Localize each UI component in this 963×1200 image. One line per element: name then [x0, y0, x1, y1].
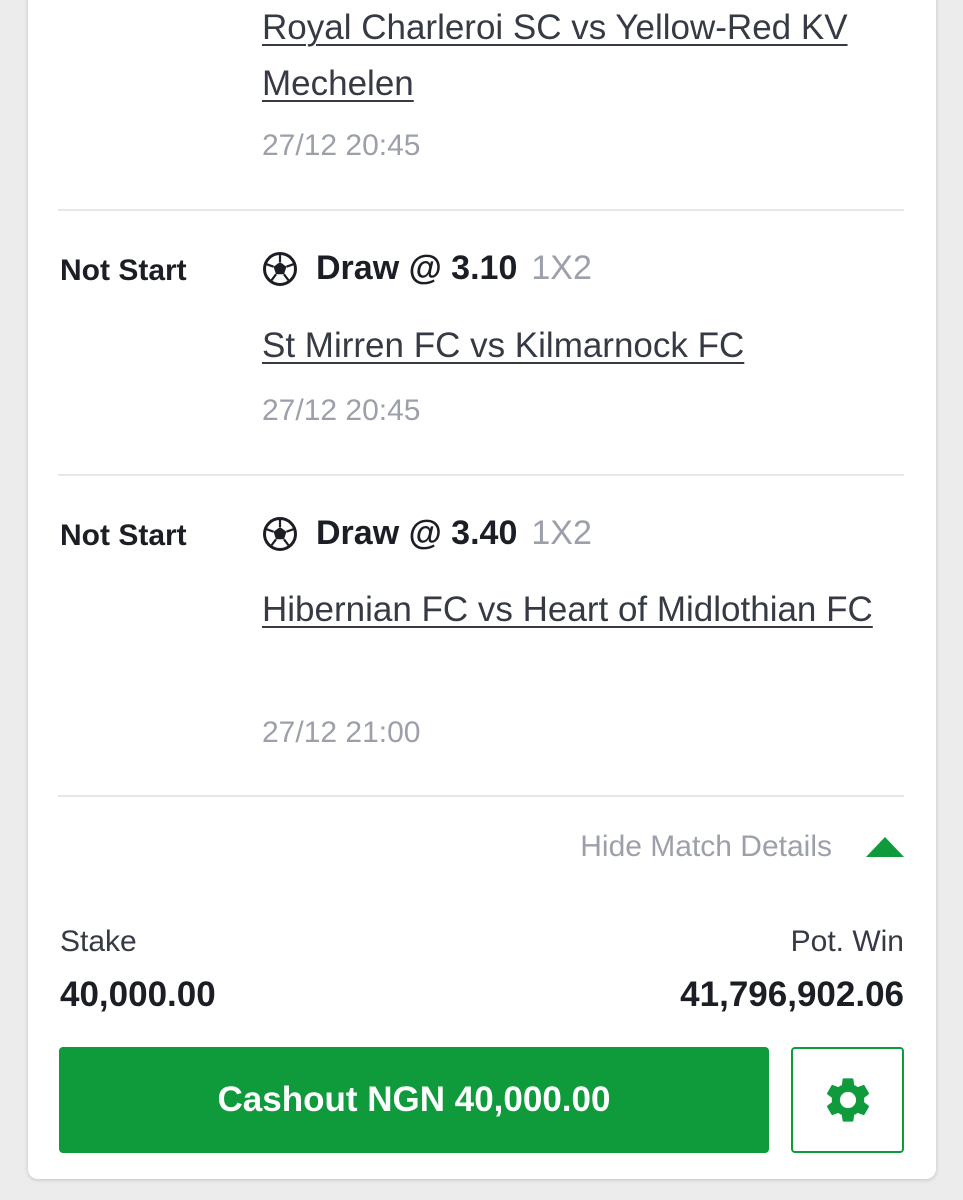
match-teams-link[interactable]: Royal Charleroi SC vs Yellow-Red KV Mech… [262, 0, 892, 112]
hide-match-details-toggle[interactable]: Hide Match Details [580, 830, 904, 864]
hide-match-details-label: Hide Match Details [580, 830, 832, 863]
selection-label: Draw @ 3.10 [316, 249, 518, 287]
cashout-settings-button[interactable] [791, 1047, 904, 1153]
divider [58, 795, 904, 797]
selection: Draw @ 3.10 1X2 [262, 249, 592, 288]
match-time: 27/12 21:00 [262, 716, 421, 749]
match-time: 27/12 20:45 [262, 129, 421, 162]
event-status: Not Start [60, 254, 187, 287]
selection: Draw @ 3.40 1X2 [262, 514, 592, 553]
market-label: 1X2 [531, 514, 592, 552]
soccer-ball-icon [263, 251, 297, 286]
gear-icon [826, 1078, 869, 1122]
match-time: 27/12 20:45 [262, 394, 421, 427]
cashout-button[interactable]: Cashout NGN 40,000.00 [59, 1047, 769, 1153]
event-status: Not Start [60, 519, 187, 552]
stake-label: Stake [60, 925, 137, 958]
match-teams-link[interactable]: Hibernian FC vs Heart of Midlothian FC [262, 582, 892, 638]
market-label: 1X2 [531, 249, 592, 287]
divider [58, 209, 904, 211]
match-teams-link[interactable]: St Mirren FC vs Kilmarnock FC [262, 318, 892, 374]
potential-win-label: Pot. Win [790, 925, 904, 958]
stake-value: 40,000.00 [60, 975, 216, 1014]
bet-card: Royal Charleroi SC vs Yellow-Red KV Mech… [28, 0, 936, 1179]
caret-up-icon [866, 837, 904, 857]
divider [58, 474, 904, 476]
selection-label: Draw @ 3.40 [316, 514, 518, 552]
potential-win-value: 41,796,902.06 [680, 975, 904, 1014]
soccer-ball-icon [263, 516, 297, 551]
